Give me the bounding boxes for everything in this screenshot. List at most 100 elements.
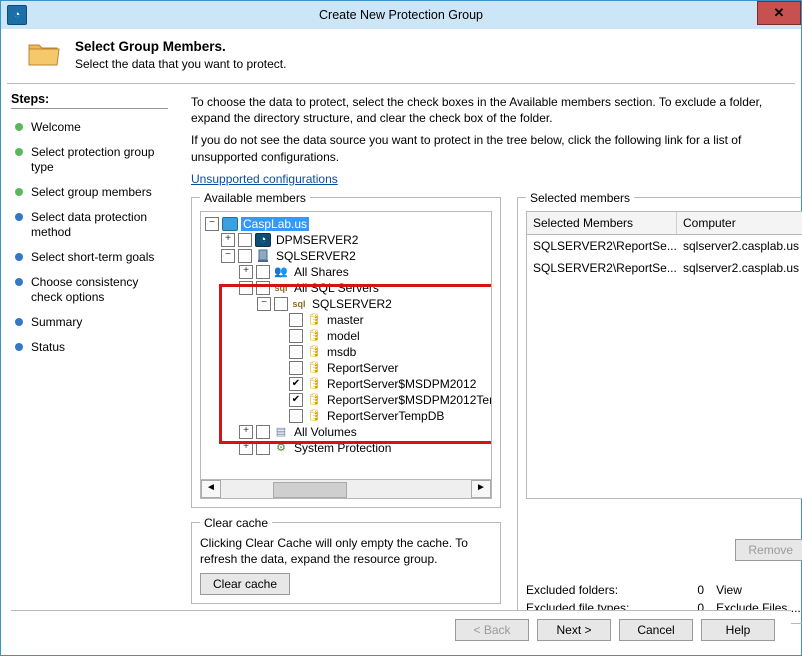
col-computer[interactable]: Computer [677,212,802,234]
database-icon: 🛢 [306,377,322,391]
tree-node-db[interactable]: 🛢model [203,328,489,344]
cell-member: SQLSERVER2\ReportSe... [527,237,677,255]
tree-label: All Shares [292,265,351,279]
view-link[interactable]: View [716,583,802,597]
checkbox[interactable] [289,393,303,407]
tree[interactable]: − CaspLab.us + ◔ DPMSERVER2 [201,212,491,480]
col-selected-members[interactable]: Selected Members [527,212,677,234]
tree-node-sysprotect[interactable]: + ⚙ System Protection [203,440,489,456]
tree-node-allshares[interactable]: + 👥 All Shares [203,264,489,280]
sql-icon: sql [273,281,289,295]
tree-node-dpmserver[interactable]: + ◔ DPMSERVER2 [203,232,489,248]
titlebar: ◔ Create New Protection Group ✕ [1,1,801,29]
checkbox[interactable] [289,313,303,327]
table-row[interactable]: SQLSERVER2\ReportSe... sqlserver2.caspla… [527,257,802,279]
clear-cache-button[interactable]: Clear cache [200,573,290,595]
checkbox[interactable] [238,233,252,247]
tree-node-domain[interactable]: − CaspLab.us [203,216,489,232]
tree-node-sqlhost[interactable]: − SQLSERVER2 [203,248,489,264]
excluded-folders-count: 0 [664,583,716,597]
tree-node-db[interactable]: 🛢ReportServer$MSDPM2012Ten [203,392,489,408]
step-short-term-goals[interactable]: Select short-term goals [11,245,168,270]
tree-label: DPMSERVER2 [274,233,360,247]
checkbox[interactable] [238,249,252,263]
checkbox[interactable] [256,265,270,279]
tree-label: SQLSERVER2 [310,297,394,311]
database-icon: 🛢 [306,329,322,343]
unsupported-config-link[interactable]: Unsupported configurations [191,172,338,186]
table-row[interactable]: SQLSERVER2\ReportSe... sqlserver2.caspla… [527,235,802,257]
expand-icon[interactable]: + [239,441,253,455]
step-welcome[interactable]: Welcome [11,115,168,140]
checkbox[interactable] [289,409,303,423]
tree-label: ReportServer$MSDPM2012 [325,377,478,391]
close-button[interactable]: ✕ [757,1,801,25]
bullet-icon [15,318,23,326]
scroll-track[interactable] [221,481,471,497]
bullet-icon [15,123,23,131]
checkbox[interactable] [289,361,303,375]
tree-label: ReportServer$MSDPM2012Ten [325,393,491,407]
database-icon: 🛢 [306,409,322,423]
tree-label: msdb [325,345,358,359]
tree-node-allvolumes[interactable]: + ▤ All Volumes [203,424,489,440]
expand-icon[interactable]: + [221,233,235,247]
tree-label: SQLSERVER2 [274,249,358,263]
tree-label: master [325,313,366,327]
scroll-right-icon[interactable]: ► [471,480,491,498]
checkbox[interactable] [289,345,303,359]
step-status[interactable]: Status [11,335,168,360]
step-summary[interactable]: Summary [11,310,168,335]
bullet-icon [15,278,23,286]
remove-button[interactable]: Remove [735,539,802,561]
page-header: Select Group Members. Select the data th… [1,29,801,83]
cell-computer: sqlserver2.casplab.us [677,237,802,255]
available-legend: Available members [200,191,310,205]
collapse-icon[interactable]: − [221,249,235,263]
steps-sidebar: Steps: Welcome Select protection group t… [1,84,177,640]
wizard-window: ◔ Create New Protection Group ✕ Select G… [0,0,802,656]
step-consistency-check[interactable]: Choose consistency check options [11,270,168,310]
scroll-thumb[interactable] [273,482,347,498]
tree-label: model [325,329,362,343]
next-button[interactable]: Next > [537,619,611,641]
help-button[interactable]: Help [701,619,775,641]
clear-cache-group: Clear cache Clicking Clear Cache will on… [191,516,501,604]
collapse-icon[interactable]: − [205,217,219,231]
tree-node-db[interactable]: 🛢ReportServer [203,360,489,376]
checkbox[interactable] [256,281,270,295]
step-group-members[interactable]: Select group members [11,180,168,205]
expand-icon[interactable]: + [239,425,253,439]
scroll-left-icon[interactable]: ◄ [201,480,221,498]
tree-node-db[interactable]: 🛢master [203,312,489,328]
step-data-protection-method[interactable]: Select data protection method [11,205,168,245]
bullet-icon [15,188,23,196]
checkbox[interactable] [256,441,270,455]
collapse-icon[interactable]: − [257,297,271,311]
sql-icon: sql [291,297,307,311]
checkbox[interactable] [289,329,303,343]
collapse-icon[interactable]: − [239,281,253,295]
tree-label: All SQL Servers [292,281,381,295]
horizontal-scrollbar[interactable]: ◄ ► [201,479,491,498]
tree-node-db[interactable]: 🛢ReportServerTempDB [203,408,489,424]
tree-node-db[interactable]: 🛢ReportServer$MSDPM2012 [203,376,489,392]
tree-node-allsql[interactable]: − sql All SQL Servers [203,280,489,296]
bullet-icon [15,343,23,351]
tree-node-db[interactable]: 🛢msdb [203,344,489,360]
bullet-icon [15,253,23,261]
selected-members-group: Selected members Selected Members Comput… [517,191,802,624]
database-icon: 🛢 [306,393,322,407]
volume-icon: ▤ [273,425,289,439]
expand-icon[interactable]: + [239,265,253,279]
step-protection-type[interactable]: Select protection group type [11,140,168,180]
checkbox[interactable] [289,377,303,391]
checkbox[interactable] [256,425,270,439]
cache-description: Clicking Clear Cache will only empty the… [200,536,492,567]
back-button[interactable]: < Back [455,619,529,641]
instructions-line2: If you do not see the data source you wa… [191,132,787,164]
tree-node-sqlinstance[interactable]: − sql SQLSERVER2 [203,296,489,312]
checkbox[interactable] [274,297,288,311]
cancel-button[interactable]: Cancel [619,619,693,641]
page-subtitle: Select the data that you want to protect… [75,57,286,71]
